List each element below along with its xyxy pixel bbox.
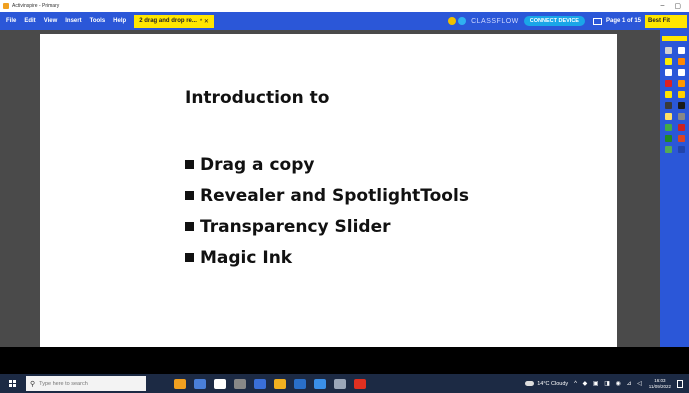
taskbar-app-icon[interactable]: [274, 378, 286, 389]
highlighter-tool-icon[interactable]: [675, 56, 687, 66]
close-icon[interactable]: * ✕: [200, 18, 209, 25]
maximize-button[interactable]: ▢: [674, 2, 681, 10]
document-tab[interactable]: 2 drag and drop re... * ✕: [134, 14, 214, 28]
tray-icons[interactable]: ^ ◆ ▣ ◨ ◉ ⊿ ◁: [574, 380, 644, 387]
text-tool-icon[interactable]: [675, 78, 687, 88]
menu-bar: File Edit View Insert Tools Help 2 drag …: [0, 12, 689, 30]
menu-right-group: CLASSFLOW CONNECT DEVICE Page 1 of 15 Be…: [448, 12, 689, 30]
page-indicator: Page 1 of 15: [605, 18, 641, 24]
square-bullet-icon: [185, 191, 194, 200]
tool-grid: [662, 45, 687, 154]
clock-tool-icon[interactable]: [675, 122, 687, 132]
main-toolbox: [660, 30, 689, 347]
taskbar-app-icon[interactable]: [234, 378, 246, 389]
document-tab-label: 2 drag and drop re...: [139, 18, 197, 24]
flipchart-page[interactable]: Introduction to Drag a copy Revealer and…: [40, 34, 617, 347]
info-icon[interactable]: [458, 17, 467, 25]
activ-avatar-icon[interactable]: [448, 17, 457, 25]
search-input[interactable]: [39, 380, 140, 387]
page-tool-icon[interactable]: [675, 45, 687, 55]
menu-help[interactable]: Help: [109, 18, 130, 24]
taskbar-app-icon[interactable]: [294, 378, 306, 389]
slide-title: Introduction to: [185, 88, 330, 108]
page-icon: [592, 17, 602, 25]
connector-tool-icon[interactable]: [662, 89, 674, 99]
zoom-select[interactable]: Best Fit: [645, 14, 687, 28]
taskbar-app-icon[interactable]: [354, 378, 366, 389]
taskbar-search[interactable]: ⚲: [26, 376, 146, 391]
taskbar-app-icon[interactable]: [174, 378, 186, 389]
clock-date: 11/09/2022: [648, 383, 671, 389]
record-tool-icon[interactable]: [675, 133, 687, 143]
bullet-item: Revealer and SpotlightTools: [185, 180, 469, 211]
classflow-logo: CLASSFLOW: [471, 17, 519, 25]
taskbar-app-icon[interactable]: [214, 378, 226, 389]
cloud-icon: [525, 381, 535, 386]
weather-text[interactable]: 14°C Cloudy: [537, 381, 568, 387]
shape-tool-icon[interactable]: [675, 67, 687, 77]
window-controls: – ▢: [660, 2, 681, 10]
undo-tool-icon[interactable]: [662, 100, 674, 110]
square-bullet-icon: [185, 160, 194, 169]
redo-tool-icon[interactable]: [675, 100, 687, 110]
bullet-text: Magic Ink: [200, 247, 293, 268]
window-titlebar: Activinspire - Primary – ▢: [0, 0, 689, 12]
taskbar-app-icon[interactable]: [254, 378, 266, 389]
taskbar-apps: [170, 378, 370, 389]
select-tool-icon[interactable]: [662, 45, 674, 55]
bullet-item: Drag a copy: [185, 149, 469, 180]
square-bullet-icon: [185, 253, 194, 262]
spotlight-tool-icon[interactable]: [662, 122, 674, 132]
windows-start-icon[interactable]: [9, 379, 17, 388]
app-logo-icon: [3, 3, 9, 9]
menu-tools[interactable]: Tools: [86, 18, 110, 24]
container-tool-icon[interactable]: [662, 144, 674, 154]
clock[interactable]: 16:03 11/09/2022: [649, 378, 671, 390]
menu-view[interactable]: View: [40, 18, 62, 24]
camera-tool-icon[interactable]: [675, 89, 687, 99]
taskbar-app-icon[interactable]: [314, 378, 326, 389]
toolbox-handle[interactable]: [662, 36, 687, 41]
square-bullet-icon: [185, 222, 194, 231]
revealer-tool-icon[interactable]: [675, 111, 687, 121]
bullet-text: Revealer and SpotlightTools: [200, 185, 469, 206]
bullet-item: Transparency Slider: [185, 211, 469, 242]
bullet-text: Transparency Slider: [200, 216, 391, 237]
bullet-text: Drag a copy: [200, 154, 315, 175]
windows-taskbar: ⚲ 14°C Cloudy ^ ◆ ▣ ◨ ◉ ⊿ ◁ 16:03 11/09/…: [0, 374, 689, 393]
dice-tool-icon[interactable]: [662, 133, 674, 143]
magic-ink-tool-icon[interactable]: [662, 111, 674, 121]
taskbar-app-icon[interactable]: [334, 378, 346, 389]
system-tray: 14°C Cloudy ^ ◆ ▣ ◨ ◉ ⊿ ◁ 16:03 11/09/20…: [525, 374, 689, 393]
pen-tool-icon[interactable]: [662, 56, 674, 66]
taskbar-app-icon[interactable]: [194, 378, 206, 389]
trash-tool-icon[interactable]: [675, 144, 687, 154]
search-icon: ⚲: [30, 380, 36, 388]
notification-icon[interactable]: [677, 379, 683, 388]
window-title: Activinspire - Primary: [12, 3, 60, 9]
bullet-list: Drag a copy Revealer and SpotlightTools …: [185, 149, 469, 273]
menu-insert[interactable]: Insert: [61, 18, 85, 24]
menu-edit[interactable]: Edit: [20, 18, 39, 24]
eraser-tool-icon[interactable]: [662, 67, 674, 77]
page-bottom-area: [0, 347, 689, 374]
bullet-item: Magic Ink: [185, 242, 469, 273]
fill-tool-icon[interactable]: [662, 78, 674, 88]
minimize-button[interactable]: –: [660, 2, 664, 10]
connect-device-button[interactable]: CONNECT DEVICE: [523, 16, 585, 26]
menu-file[interactable]: File: [2, 18, 20, 24]
